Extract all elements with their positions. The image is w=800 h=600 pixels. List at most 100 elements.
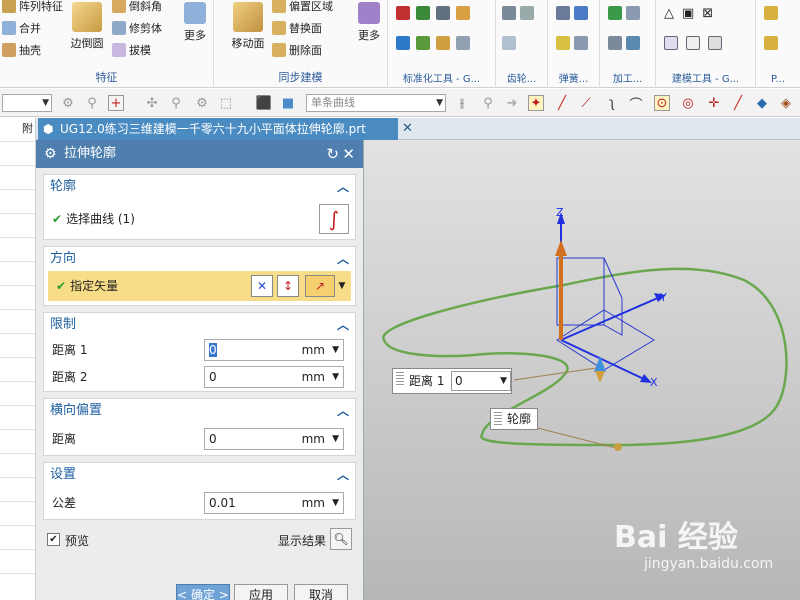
tool-icon[interactable] (764, 6, 778, 20)
gear-icon[interactable] (520, 6, 534, 20)
spring-group-label[interactable]: 弹簧... (548, 70, 599, 85)
standard-tools-label[interactable]: 标准化工具 - G... (388, 70, 495, 85)
machining-group-label[interactable]: 加工... (600, 70, 655, 85)
center-icon[interactable]: ⊙ (654, 95, 670, 111)
shell-button[interactable]: 抽壳 (2, 42, 41, 58)
search-icon[interactable]: 🔍︎ (330, 528, 352, 550)
tool-icon[interactable] (396, 36, 410, 50)
distance1-field[interactable]: 0 mm ▼ (204, 339, 344, 361)
offset-region-button[interactable]: 偏置区域 (272, 0, 333, 14)
select-curve-row[interactable]: ✔ 选择曲线 (1) ∫ (44, 199, 355, 239)
machining-icon[interactable] (608, 6, 622, 20)
distance2-field[interactable]: 0 mm ▼ (204, 366, 344, 388)
offset-field[interactable]: 0 mm ▼ (204, 428, 344, 450)
curve-rule-combo[interactable]: 单条曲线 ▼ (306, 94, 446, 112)
feature-more-button[interactable]: 更多 (178, 2, 212, 43)
thread-icon[interactable] (708, 36, 722, 50)
machining-icon[interactable] (626, 36, 640, 50)
profile-section-header[interactable]: 轮廓 ︿ (44, 175, 355, 199)
graphics-viewport[interactable]: Z Y X 距离 1 0 ▼ 轮廓 Bai 经验 jingyan.baidu.c… (364, 140, 800, 600)
vector-point-icon[interactable]: ↕ (277, 275, 299, 297)
vector-type-icon[interactable]: ↗ (305, 275, 335, 297)
tool-icon[interactable] (436, 6, 450, 20)
chevron-down-icon[interactable]: ▼ (332, 493, 339, 513)
chevron-down-icon[interactable]: ▼ (332, 340, 339, 360)
snap-icon[interactable]: ⚲ (84, 95, 100, 111)
replace-face-button[interactable]: 替换面 (272, 20, 322, 36)
delete-face-button[interactable]: 删除面 (272, 42, 322, 58)
snap-icon[interactable]: ⚲ (480, 95, 496, 111)
tool-icon[interactable] (396, 6, 410, 20)
snap-icon[interactable]: ⫲ (454, 95, 470, 111)
gear-icon[interactable] (502, 6, 516, 20)
select-icon[interactable]: ⚙ (194, 95, 210, 111)
select-icon[interactable]: ⚲ (168, 95, 184, 111)
p-group-label[interactable]: P... (756, 74, 800, 85)
spring-icon[interactable] (556, 6, 570, 20)
pattern-feature-button[interactable]: 阵列特征 (2, 0, 63, 14)
endpoint-icon[interactable]: ✦ (528, 95, 544, 111)
body-icon[interactable]: ⬛ (256, 95, 272, 111)
reset-icon[interactable]: ↻ (326, 140, 339, 168)
tool-icon[interactable] (456, 6, 470, 20)
tool-icon[interactable] (416, 36, 430, 50)
unite-button[interactable]: 合并 (2, 20, 41, 36)
tolerance-field[interactable]: 0.01 mm ▼ (204, 492, 344, 514)
drag-handle-icon[interactable] (494, 412, 502, 426)
distance-tag[interactable]: 距离 1 0 ▼ (392, 368, 512, 394)
select-icon[interactable]: ✣ (144, 95, 160, 111)
dimension-icon[interactable] (686, 36, 700, 50)
line-icon[interactable]: ╱ (554, 95, 570, 111)
reverse-direction-icon[interactable]: ✕ (251, 275, 273, 297)
rect-select-icon[interactable]: ⬚ (218, 95, 234, 111)
cross-box-icon[interactable]: ⊠ (702, 6, 713, 21)
spring-icon[interactable] (574, 6, 588, 20)
chamfer-button[interactable]: 倒斜角 (112, 0, 162, 14)
tool-icon[interactable] (416, 6, 430, 20)
chevron-up-icon[interactable]: ︿ (337, 463, 349, 487)
grid-icon[interactable] (664, 36, 678, 50)
profile-tag[interactable]: 轮廓 (490, 408, 539, 430)
document-tab-close-icon[interactable]: ✕ (402, 118, 413, 140)
move-face-button[interactable]: 移动面 (228, 2, 268, 51)
chevron-up-icon[interactable]: ︿ (337, 399, 349, 423)
machining-icon[interactable] (626, 6, 640, 20)
edge-blend-button[interactable]: 边倒圆 (66, 2, 108, 51)
ok-button[interactable]: < 确定 > (176, 584, 230, 600)
cube-icon[interactable]: ■ (280, 95, 296, 111)
trim-body-button[interactable]: 修剪体 (112, 20, 162, 36)
gear-icon[interactable]: ⚙ (44, 140, 57, 168)
cancel-button[interactable]: 取消 (294, 584, 348, 600)
triangle-icon[interactable]: △ (664, 6, 674, 21)
gear-group-label[interactable]: 齿轮... (496, 70, 547, 85)
curve-select-icon[interactable]: ∫ (319, 204, 349, 234)
drag-handle-icon[interactable] (396, 372, 404, 386)
square-icon[interactable]: ▣ (682, 6, 694, 21)
sync-more-button[interactable]: 更多 (352, 2, 386, 43)
spring-icon[interactable] (556, 36, 570, 50)
preview-checkbox[interactable]: ✔ (47, 533, 60, 546)
modeling-tools-label[interactable]: 建模工具 - G... (656, 70, 755, 85)
chevron-down-icon[interactable]: ▼ (335, 275, 349, 297)
draft-button[interactable]: 拔模 (112, 42, 151, 58)
machining-icon[interactable] (608, 36, 622, 50)
specify-vector-row[interactable]: ✔ 指定矢量 ✕ ↕ ↗ ▼ (48, 271, 351, 301)
gear-icon[interactable] (502, 36, 516, 50)
settings-section-header[interactable]: 设置 ︿ (44, 463, 355, 487)
bounded-icon[interactable]: ◈ (778, 95, 794, 111)
distance-tag-input[interactable]: 0 ▼ (451, 371, 511, 391)
midpoint-icon[interactable]: ⟋ (578, 95, 594, 111)
quadrant-icon[interactable]: ◎ (680, 95, 696, 111)
tool-icon[interactable] (456, 36, 470, 50)
spring-icon[interactable] (574, 36, 588, 50)
snap-icon[interactable]: ⚙ (60, 95, 76, 111)
tangent-icon[interactable]: ʅ (604, 95, 620, 111)
arrow-icon[interactable]: ➜ (504, 95, 520, 111)
close-icon[interactable]: ✕ (342, 140, 355, 168)
tool-icon[interactable] (764, 36, 778, 50)
select-box-icon[interactable]: + (108, 95, 124, 111)
chevron-up-icon[interactable]: ︿ (337, 313, 349, 337)
chevron-down-icon[interactable]: ▼ (332, 429, 339, 449)
arc-icon[interactable]: ⌒ (628, 95, 644, 113)
chevron-down-icon[interactable]: ▼ (332, 367, 339, 387)
